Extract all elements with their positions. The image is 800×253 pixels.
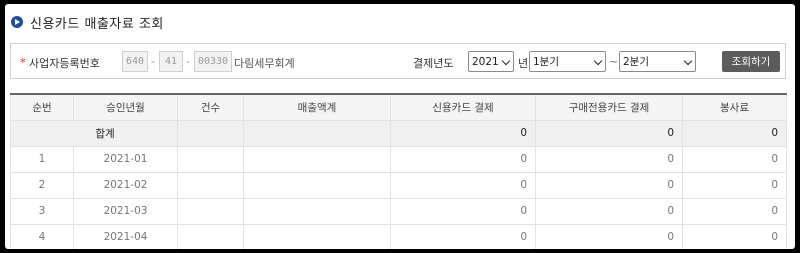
- row-service: 0: [682, 171, 787, 199]
- company-name: 다림세무회계: [234, 57, 295, 70]
- row-service: 0: [682, 223, 787, 249]
- search-panel: * 사업자등록번호 640 - 41 - 00330 다림세무회계 결제년도 2…: [10, 43, 786, 79]
- row-total: [243, 197, 391, 225]
- summary-purchase: 0: [535, 119, 683, 147]
- row-service: 0: [682, 197, 787, 225]
- year-select-value: 2021: [472, 55, 499, 68]
- to-quarter-select[interactable]: 2분기: [619, 51, 696, 72]
- summary-total: [243, 119, 391, 147]
- row-month: 2021-02: [73, 171, 178, 199]
- row-total: [243, 223, 391, 249]
- to-quarter-value: 2분기: [623, 56, 650, 68]
- year-suffix: 년: [518, 57, 529, 70]
- page-title: 신용카드 매출자료 조회: [30, 16, 164, 32]
- chevron-down-icon: [683, 56, 693, 66]
- bullet-arrow-icon: [11, 16, 23, 28]
- biz-number-part2-field[interactable]: 41: [159, 51, 183, 72]
- row-purchase: 0: [535, 197, 683, 225]
- row-no: 3: [10, 197, 74, 225]
- row-month: 2021-01: [73, 145, 178, 173]
- col-header-total: 매출액계: [243, 93, 391, 121]
- biz-number-label: 사업자등록번호: [29, 57, 100, 70]
- year-select[interactable]: 2021: [468, 51, 514, 72]
- col-header-count: 건수: [177, 93, 244, 121]
- row-total: [243, 145, 391, 173]
- range-tilde: ~: [609, 55, 619, 68]
- summary-credit: 0: [390, 119, 536, 147]
- row-total: [243, 171, 391, 199]
- row-no: 1: [10, 145, 74, 173]
- sales-table: 순번 승인년월 건수 매출액계 신용카드 결제 구매전용카드 결제 봉사료 합계…: [10, 93, 787, 249]
- row-purchase: 0: [535, 223, 683, 249]
- app-window: 신용카드 매출자료 조회 * 사업자등록번호 640 - 41 - 00330 …: [5, 4, 795, 249]
- row-no: 2: [10, 171, 74, 199]
- row-credit: 0: [390, 145, 536, 173]
- summary-service: 0: [682, 119, 787, 147]
- summary-row: 합계 0 0 0: [10, 119, 787, 147]
- row-count: [177, 145, 244, 173]
- dash-separator: -: [151, 55, 155, 68]
- col-header-month: 승인년월: [73, 93, 178, 121]
- row-service: 0: [682, 145, 787, 173]
- summary-label: 합계: [10, 119, 178, 147]
- biz-number-part1-field[interactable]: 640: [122, 51, 148, 72]
- table-row: 3 2021-03 0 0 0: [10, 197, 787, 225]
- from-quarter-select[interactable]: 1분기: [529, 51, 606, 72]
- row-no: 4: [10, 223, 74, 249]
- col-header-credit: 신용카드 결제: [390, 93, 536, 121]
- col-header-purchase: 구매전용카드 결제: [535, 93, 683, 121]
- row-purchase: 0: [535, 171, 683, 199]
- required-mark: *: [20, 56, 26, 69]
- row-count: [177, 197, 244, 225]
- table-row: 1 2021-01 0 0 0: [10, 145, 787, 173]
- table-row: 2 2021-02 0 0 0: [10, 171, 787, 199]
- row-month: 2021-04: [73, 223, 178, 249]
- row-count: [177, 171, 244, 199]
- summary-count: [177, 119, 244, 147]
- year-label: 결제년도: [413, 57, 454, 70]
- dash-separator: -: [186, 55, 190, 68]
- chevron-down-icon: [501, 56, 511, 66]
- page-header: 신용카드 매출자료 조회: [11, 14, 164, 32]
- table-header-row: 순번 승인년월 건수 매출액계 신용카드 결제 구매전용카드 결제 봉사료: [10, 93, 787, 121]
- from-quarter-value: 1분기: [533, 56, 560, 68]
- row-month: 2021-03: [73, 197, 178, 225]
- search-button[interactable]: 조회하기: [722, 51, 780, 72]
- chevron-down-icon: [593, 56, 603, 66]
- col-header-service: 봉사료: [682, 93, 787, 121]
- table-row: 4 2021-04 0 0 0: [10, 223, 787, 249]
- col-header-no: 순번: [10, 93, 74, 121]
- biz-number-part3-field[interactable]: 00330: [194, 51, 232, 72]
- row-credit: 0: [390, 171, 536, 199]
- row-credit: 0: [390, 197, 536, 225]
- row-purchase: 0: [535, 145, 683, 173]
- row-credit: 0: [390, 223, 536, 249]
- row-count: [177, 223, 244, 249]
